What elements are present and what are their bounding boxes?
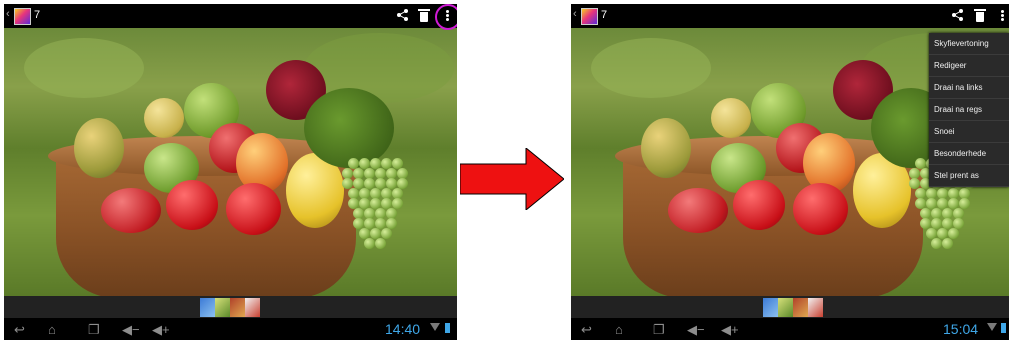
menu-item-edit[interactable]: Redigeer xyxy=(929,55,1009,77)
volume-up-icon[interactable]: ◀+ xyxy=(721,322,739,338)
volume-up-icon[interactable]: ◀+ xyxy=(152,322,170,338)
volume-down-icon[interactable]: ◀− xyxy=(122,322,140,338)
recent-apps-icon[interactable]: ❐ xyxy=(88,322,100,338)
tablet-screen-before: ‹ 7 ↩ ⌂ ❐ ◀− ◀+ 14:40 xyxy=(4,4,457,340)
grape xyxy=(364,238,375,249)
trash-icon[interactable] xyxy=(418,9,430,22)
back-icon[interactable]: ↩ xyxy=(581,322,592,338)
gallery-app-icon[interactable] xyxy=(14,8,31,25)
up-caret-icon[interactable]: ‹ xyxy=(6,8,10,20)
status-clock: 14:40 xyxy=(385,321,421,337)
menu-item-rotate-right[interactable]: Draai na regs xyxy=(929,99,1009,121)
overflow-popup-menu: Skyfievertoning Redigeer Draai na links … xyxy=(929,33,1009,187)
menu-item-crop[interactable]: Snoei xyxy=(929,121,1009,143)
system-nav-bar: ↩ ⌂ ❐ ◀− ◀+ 15:04 xyxy=(571,318,1009,340)
volume-down-icon[interactable]: ◀− xyxy=(687,322,705,338)
transition-arrow xyxy=(460,148,564,210)
status-clock: 15:04 xyxy=(943,321,979,337)
grape xyxy=(942,238,953,249)
back-icon[interactable]: ↩ xyxy=(14,322,25,338)
menu-item-rotate-left[interactable]: Draai na links xyxy=(929,77,1009,99)
trash-icon[interactable] xyxy=(974,9,986,22)
menu-item-set-picture-as[interactable]: Stel prent as xyxy=(929,165,1009,187)
menu-item-details[interactable]: Besonderhede xyxy=(929,143,1009,165)
tablet-screen-after: ‹ 7 Skyfievertoning Redigeer Draai na li… xyxy=(571,4,1009,340)
action-bar: ‹ 7 xyxy=(571,4,1009,28)
album-title: 7 xyxy=(34,9,41,21)
wifi-icon xyxy=(430,323,440,331)
filmstrip-thumbnails[interactable] xyxy=(200,298,260,317)
gallery-app-icon[interactable] xyxy=(581,8,598,25)
battery-icon xyxy=(445,323,450,333)
up-caret-icon[interactable]: ‹ xyxy=(573,8,577,20)
grape xyxy=(931,238,942,249)
home-icon[interactable]: ⌂ xyxy=(48,322,56,337)
battery-icon xyxy=(1001,323,1006,333)
home-icon[interactable]: ⌂ xyxy=(615,322,623,337)
grape xyxy=(375,238,386,249)
share-icon[interactable] xyxy=(949,7,965,21)
menu-item-slideshow[interactable]: Skyfievertoning xyxy=(929,33,1009,55)
share-icon[interactable] xyxy=(394,7,410,21)
system-nav-bar: ↩ ⌂ ❐ ◀− ◀+ 14:40 xyxy=(4,318,457,340)
recent-apps-icon[interactable]: ❐ xyxy=(653,322,665,338)
album-title: 7 xyxy=(601,9,608,21)
highlight-circle xyxy=(435,4,457,30)
action-bar: ‹ 7 xyxy=(4,4,457,30)
fruit-basket-photo xyxy=(4,28,457,296)
filmstrip-thumbnails[interactable] xyxy=(763,298,823,317)
wifi-icon xyxy=(987,323,997,331)
overflow-menu-icon[interactable] xyxy=(1001,9,1004,22)
